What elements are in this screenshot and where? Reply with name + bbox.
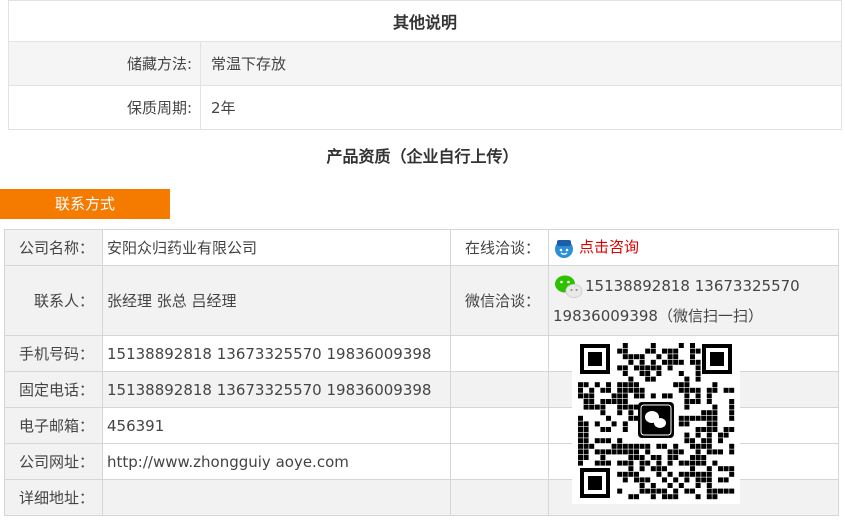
mobile-value: 15138892818 13673325570 19836009398 xyxy=(102,335,451,372)
qualification-title: 产品资质（企业自行上传） xyxy=(326,147,519,166)
address-label: 详细地址： xyxy=(4,479,103,516)
qr-finder-bottom-left xyxy=(580,468,610,498)
wechat-qr-code xyxy=(572,338,740,504)
phone-value: 15138892818 13673325570 19836009398 xyxy=(102,371,451,408)
blank-cell xyxy=(450,407,549,444)
qr-finder-top-left xyxy=(580,344,610,374)
company-value: 安阳众归药业有限公司 xyxy=(102,229,451,266)
other-info-table: 其他说明 储藏方法: 常温下存放 保质周期: 2年 xyxy=(8,0,842,130)
wechat-icon xyxy=(553,273,583,299)
company-label: 公司名称： xyxy=(4,229,103,266)
customer-service-icon[interactable] xyxy=(553,237,575,259)
other-info-title: 其他说明 xyxy=(8,0,842,42)
storage-value: 常温下存放 xyxy=(200,41,842,86)
email-value: 456391 xyxy=(102,407,451,444)
contact-tab-underline xyxy=(0,218,170,219)
blank-cell xyxy=(450,479,549,516)
phone-label: 固定电话： xyxy=(4,371,103,408)
person-label: 联系人： xyxy=(4,265,103,336)
shelf-life-label: 保质周期: xyxy=(8,85,201,130)
website-label: 公司网址： xyxy=(4,443,103,480)
blank-cell xyxy=(450,371,549,408)
qr-finder-top-right xyxy=(702,344,732,374)
consult-link[interactable]: 点击咨询 xyxy=(579,238,639,256)
online-label: 在线洽谈： xyxy=(450,229,549,266)
qr-spacer xyxy=(450,335,549,372)
storage-label: 储藏方法: xyxy=(8,41,201,86)
email-label: 电子邮箱： xyxy=(4,407,103,444)
online-cell: 点击咨询 xyxy=(548,229,839,266)
wechat-label: 微信洽谈： xyxy=(450,265,549,336)
website-value[interactable]: http://www.zhongguiy aoye.com xyxy=(102,443,451,480)
shelf-life-value: 2年 xyxy=(200,85,842,130)
wechat-numbers-1: 15138892818 13673325570 xyxy=(585,276,800,295)
contact-tab[interactable]: 联系方式 xyxy=(0,189,170,219)
person-value: 张经理 张总 吕经理 xyxy=(102,265,451,336)
wechat-numbers-2: 19836009398（微信扫一扫） xyxy=(553,306,763,325)
mobile-label: 手机号码： xyxy=(4,335,103,372)
blank-cell xyxy=(450,443,549,480)
qr-center-logo xyxy=(638,402,674,438)
address-value xyxy=(102,479,451,516)
wechat-cell: 15138892818 13673325570 19836009398（微信扫一… xyxy=(548,265,839,336)
